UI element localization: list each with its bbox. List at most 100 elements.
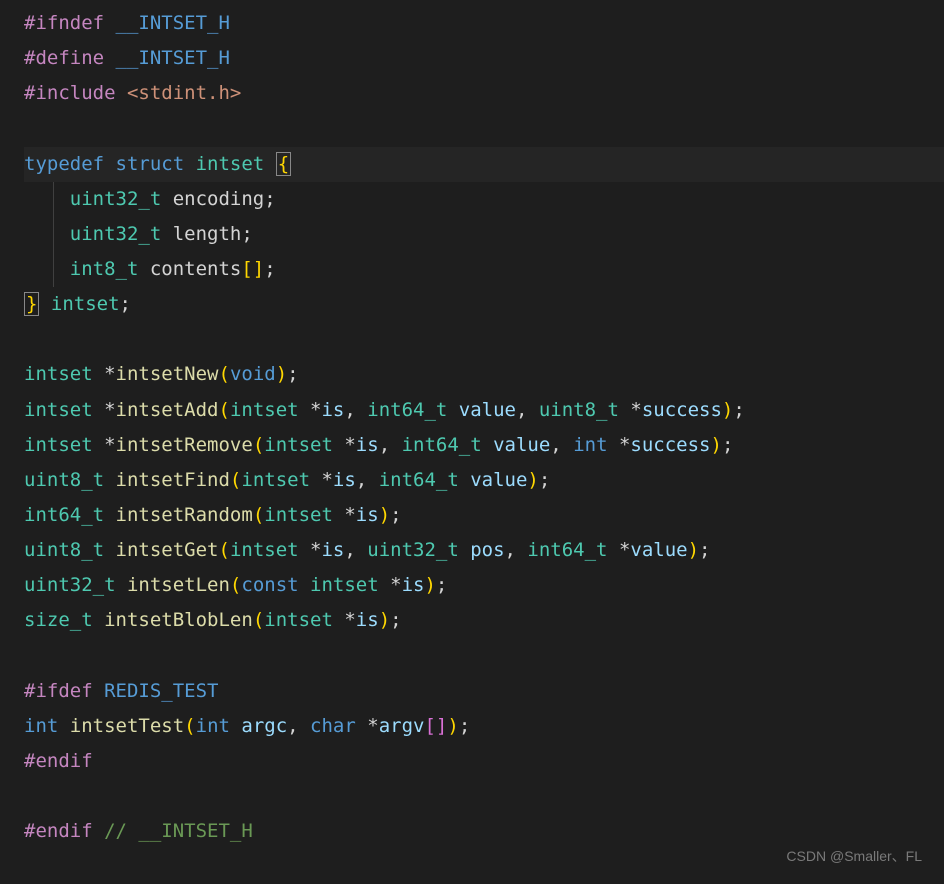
macro-name: __INTSET_H: [104, 47, 230, 69]
macro-name: REDIS_TEST: [93, 680, 219, 702]
return-type: int: [24, 715, 58, 737]
brace-close: }: [24, 292, 39, 316]
code-line: intset *intsetAdd(intset *is, int64_t va…: [24, 393, 944, 428]
type-name: intset: [39, 293, 119, 315]
return-type: uint8_t: [24, 469, 104, 491]
function-name: intsetTest: [70, 715, 184, 737]
empty-line: [24, 639, 944, 674]
param-name: is: [402, 574, 425, 596]
code-line: uint32_t length;: [24, 217, 944, 252]
code-line: typedef struct intset {: [24, 147, 944, 182]
param-type: int64_t: [527, 539, 607, 561]
brackets: []: [424, 715, 447, 737]
indent-guide: [53, 252, 54, 287]
watermark: CSDN @Smaller、FL: [786, 844, 922, 870]
param-name: success: [630, 434, 710, 456]
function-name: intsetFind: [116, 469, 230, 491]
code-line: #define __INTSET_H: [24, 41, 944, 76]
return-type: intset: [24, 399, 93, 421]
function-name: intsetRemove: [116, 434, 253, 456]
param-name: is: [356, 434, 379, 456]
preprocessor-directive: #endif: [24, 750, 93, 772]
param-type: intset: [264, 609, 333, 631]
code-editor[interactable]: #ifndef __INTSET_H #define __INTSET_H #i…: [0, 0, 944, 849]
code-line: } intset;: [24, 287, 944, 322]
comment: // __INTSET_H: [93, 820, 253, 842]
brace-open: {: [276, 152, 291, 176]
code-line: uint32_t encoding;: [24, 182, 944, 217]
param-type: intset: [230, 539, 299, 561]
keyword-struct: struct: [104, 153, 184, 175]
param-type: int64_t: [367, 399, 447, 421]
param-name: argc: [230, 715, 287, 737]
param-name: value: [459, 469, 528, 491]
empty-line: [24, 322, 944, 357]
field-name: length: [161, 223, 241, 245]
param-type: intset: [230, 399, 299, 421]
param-name: is: [321, 399, 344, 421]
param-name: argv: [379, 715, 425, 737]
type-name: uint32_t: [70, 188, 162, 210]
code-line: #include <stdint.h>: [24, 76, 944, 111]
preprocessor-directive: #ifdef: [24, 680, 93, 702]
indent-guide: [53, 217, 54, 252]
indent-guide: [53, 182, 54, 217]
empty-line: [24, 779, 944, 814]
preprocessor-directive: #define: [24, 47, 104, 69]
param-type: int64_t: [379, 469, 459, 491]
code-line: #ifndef __INTSET_H: [24, 6, 944, 41]
code-line: intset *intsetNew(void);: [24, 357, 944, 392]
code-line: #ifdef REDIS_TEST: [24, 674, 944, 709]
code-line: intset *intsetRemove(intset *is, int64_t…: [24, 428, 944, 463]
keyword-void: void: [230, 363, 276, 385]
return-type: uint32_t: [24, 574, 116, 596]
param-name: value: [482, 434, 551, 456]
code-line: uint32_t intsetLen(const intset *is);: [24, 568, 944, 603]
return-type: uint8_t: [24, 539, 104, 561]
type-name: intset: [184, 153, 264, 175]
param-type: intset: [310, 574, 379, 596]
param-name: is: [356, 504, 379, 526]
field-name: contents: [138, 258, 241, 280]
param-name: value: [447, 399, 516, 421]
code-line: #endif: [24, 744, 944, 779]
include-path: <stdint.h>: [116, 82, 242, 104]
return-type: int64_t: [24, 504, 104, 526]
function-name: intsetBlobLen: [104, 609, 253, 631]
return-type: intset: [24, 434, 93, 456]
code-line: int8_t contents[];: [24, 252, 944, 287]
empty-line: [24, 111, 944, 146]
function-name: intsetAdd: [116, 399, 219, 421]
return-type: size_t: [24, 609, 93, 631]
code-line: int intsetTest(int argc, char *argv[]);: [24, 709, 944, 744]
macro-name: __INTSET_H: [104, 12, 230, 34]
param-name: is: [321, 539, 344, 561]
function-name: intsetRandom: [116, 504, 253, 526]
param-type: uint8_t: [539, 399, 619, 421]
code-line: uint8_t intsetFind(intset *is, int64_t v…: [24, 463, 944, 498]
param-type: int64_t: [402, 434, 482, 456]
code-line: size_t intsetBlobLen(intset *is);: [24, 603, 944, 638]
param-name: value: [630, 539, 687, 561]
type-name: int8_t: [70, 258, 139, 280]
param-type: uint32_t: [367, 539, 459, 561]
param-type: char: [310, 715, 356, 737]
param-type: int: [573, 434, 607, 456]
code-line: int64_t intsetRandom(intset *is);: [24, 498, 944, 533]
preprocessor-directive: #include: [24, 82, 116, 104]
type-name: uint32_t: [70, 223, 162, 245]
param-name: pos: [459, 539, 505, 561]
code-line: uint8_t intsetGet(intset *is, uint32_t p…: [24, 533, 944, 568]
param-type: intset: [264, 434, 333, 456]
preprocessor-directive: #ifndef: [24, 12, 104, 34]
param-name: is: [333, 469, 356, 491]
brackets: []: [241, 258, 264, 280]
function-name: intsetGet: [116, 539, 219, 561]
preprocessor-directive: #endif: [24, 820, 93, 842]
param-type: intset: [241, 469, 310, 491]
keyword-typedef: typedef: [24, 153, 104, 175]
return-type: intset: [24, 363, 93, 385]
param-name: success: [642, 399, 722, 421]
keyword-const: const: [241, 574, 298, 596]
field-name: encoding: [161, 188, 264, 210]
